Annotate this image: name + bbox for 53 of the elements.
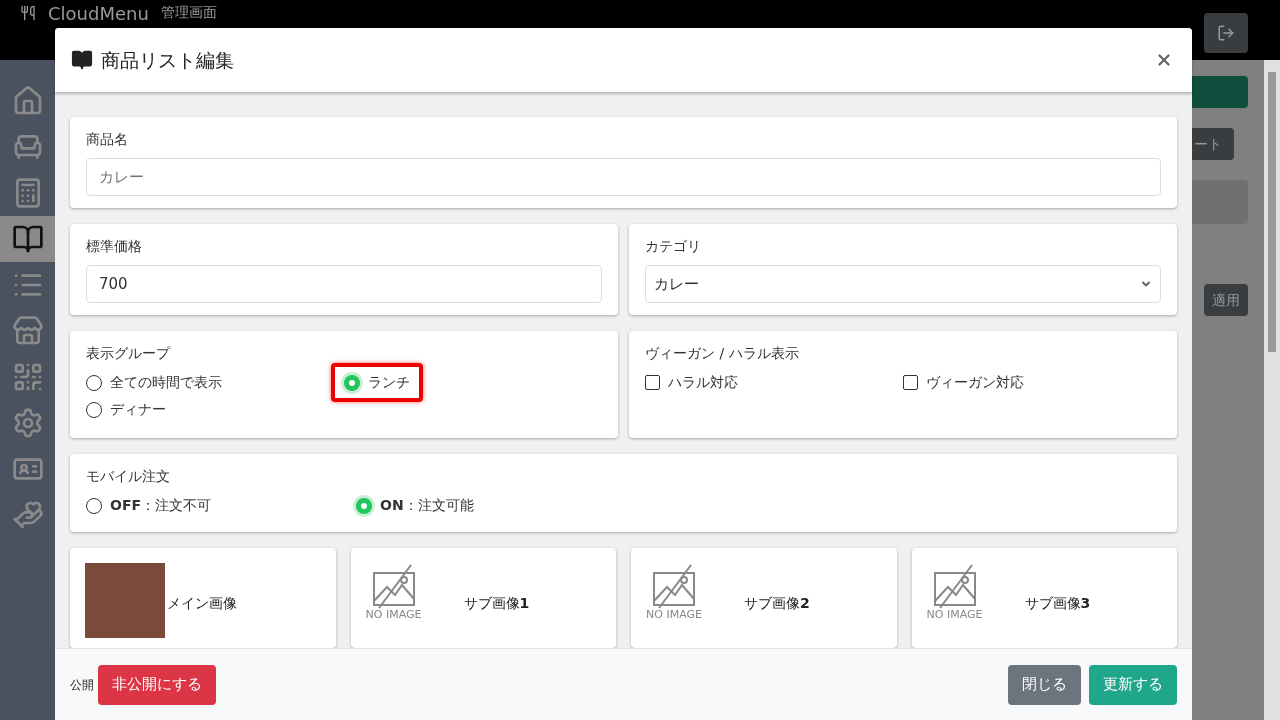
book-icon: [71, 49, 93, 71]
sidebar-item[interactable]: [0, 216, 55, 262]
image-card[interactable]: NO IMAGE サブ画像3: [911, 548, 1177, 648]
close-dialog-button[interactable]: 閉じる: [1008, 664, 1081, 705]
radio-label: OFF：注文不可: [110, 496, 212, 515]
logout-icon: [1217, 24, 1235, 42]
field-label: 商品名: [86, 130, 129, 149]
close-icon: [1155, 51, 1173, 69]
field-label: カテゴリ: [645, 237, 702, 256]
radio-button[interactable]: [86, 497, 102, 514]
logout-button[interactable]: [1204, 13, 1248, 53]
radio-label: ディナー: [110, 400, 166, 419]
no-image-text: NO IMAGE: [926, 609, 983, 620]
image-card[interactable]: NO IMAGE サブ画像2: [631, 548, 897, 648]
field-label: 標準価格: [86, 237, 143, 256]
field-label: 表示グループ: [86, 344, 172, 363]
no-image-icon: [931, 563, 978, 609]
modal-title: 商品リスト編集: [101, 47, 234, 73]
price-input[interactable]: 700: [86, 265, 602, 303]
apply-button[interactable]: 適用: [1204, 284, 1248, 316]
image-label: サブ画像1: [463, 594, 530, 613]
radio-label: ON：注文可能: [380, 496, 474, 515]
radio-button[interactable]: [86, 374, 102, 391]
checkbox-label: ハラル対応: [668, 373, 738, 392]
radio-button[interactable]: [356, 497, 372, 514]
no-image-text: NO IMAGE: [646, 609, 702, 620]
image-label: メイン画像: [167, 594, 237, 613]
radio-button[interactable]: [344, 374, 360, 391]
category-select[interactable]: カレー: [645, 265, 1161, 303]
radio-button[interactable]: [86, 401, 102, 418]
utensils-icon: [20, 5, 36, 21]
checkbox[interactable]: [645, 375, 660, 390]
field-label: ヴィーガン / ハラル表示: [645, 344, 800, 363]
image-card[interactable]: メイン画像: [70, 548, 336, 648]
checkbox-label: ヴィーガン対応: [926, 373, 1024, 392]
book-icon: [11, 223, 44, 255]
no-image-icon: [370, 563, 417, 609]
page-subtitle: 管理画面: [160, 5, 217, 19]
radio-label: ランチ: [368, 373, 410, 392]
image-label: サブ画像2: [744, 594, 810, 613]
status-label: 公開: [70, 676, 94, 694]
store-icon: [11, 315, 44, 347]
no-image-icon: [651, 563, 697, 609]
brand-name: CloudMenu: [48, 5, 149, 23]
no-image-text: NO IMAGE: [365, 609, 422, 620]
field-label: モバイル注文: [86, 467, 171, 486]
image-label: サブ画像3: [1024, 594, 1091, 613]
name-input[interactable]: カレー: [86, 158, 1161, 196]
checkbox[interactable]: [903, 375, 918, 390]
hand-heart-icon: [11, 499, 44, 531]
unpublish-button[interactable]: 非公開にする: [98, 664, 216, 705]
image-card[interactable]: NO IMAGE サブ画像1: [350, 548, 616, 648]
radio-label: 全ての時間で表示: [110, 373, 222, 392]
